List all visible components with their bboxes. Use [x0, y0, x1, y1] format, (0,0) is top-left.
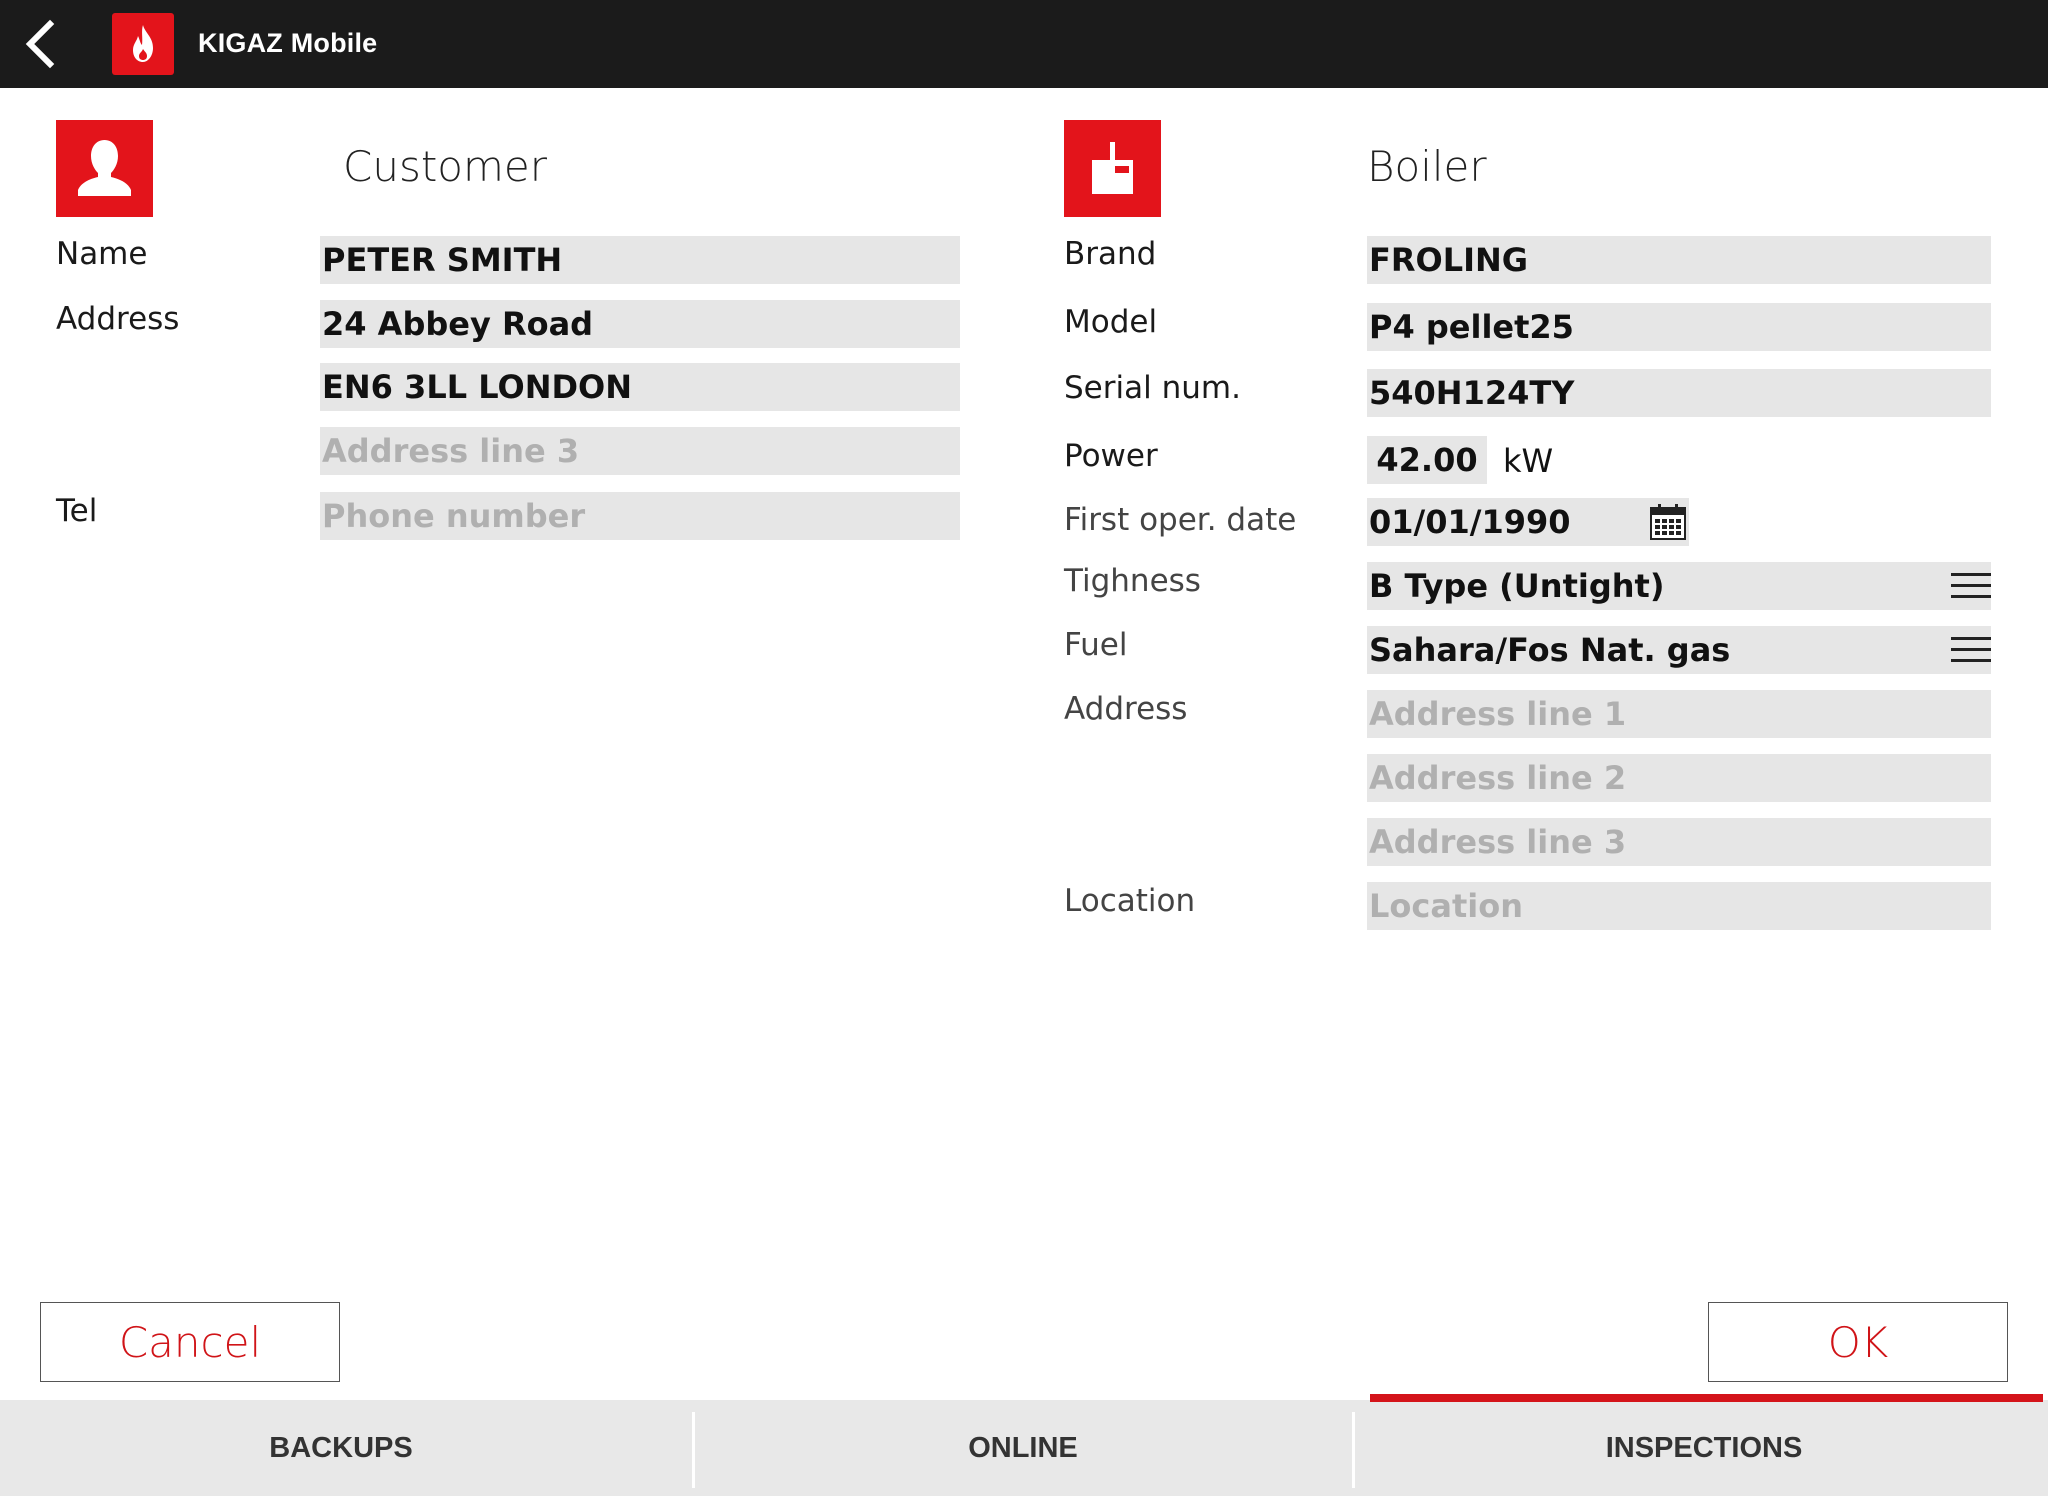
boiler-location-field: [1367, 882, 1991, 930]
chevron-left-icon: [25, 19, 55, 69]
boiler-serial-input[interactable]: [1367, 369, 1991, 417]
customer-name-input[interactable]: [320, 236, 960, 284]
customer-tel-label: Tel: [56, 493, 98, 529]
back-button[interactable]: [16, 18, 68, 70]
customer-name-field: [320, 236, 960, 284]
boiler-fuel-value: Sahara/Fos Nat. gas: [1369, 631, 1731, 669]
boiler-serial-field: [1367, 369, 1991, 417]
boiler-power-label: Power: [1064, 438, 1158, 474]
boiler-brand-label: Brand: [1064, 236, 1157, 272]
customer-tel-input[interactable]: [320, 492, 960, 540]
customer-section-title: Customer: [343, 142, 548, 191]
customer-address-line-2-field: [320, 363, 960, 411]
top-bar: KIGAZ Mobile: [0, 0, 2048, 88]
bottom-tab-bar: BACKUPS ONLINE INSPECTIONS: [0, 1400, 2048, 1496]
boiler-first-oper-date-field: [1367, 498, 1689, 546]
flame-icon: [133, 25, 153, 62]
cancel-button[interactable]: Cancel: [40, 1302, 340, 1382]
boiler-model-input[interactable]: [1367, 303, 1991, 351]
customer-address-label: Address: [56, 301, 180, 337]
boiler-address-line-1-field: [1367, 690, 1991, 738]
tab-divider: [692, 1412, 695, 1488]
boiler-model-field: [1367, 303, 1991, 351]
boiler-address-line-2-input[interactable]: [1367, 754, 1991, 802]
boiler-tighness-label: Tighness: [1064, 563, 1201, 599]
boiler-address-line-3-field: [1367, 818, 1991, 866]
boiler-first-oper-date-input[interactable]: [1367, 498, 1627, 546]
customer-address-line-1-input[interactable]: [320, 300, 960, 348]
active-tab-indicator: [1370, 1394, 2043, 1402]
customer-address-line-3-input[interactable]: [320, 427, 960, 475]
boiler-serial-label: Serial num.: [1064, 370, 1241, 406]
app-title: KIGAZ Mobile: [198, 28, 378, 58]
boiler-power-unit: kW: [1503, 442, 1554, 480]
boiler-fuel-select[interactable]: Sahara/Fos Nat. gas: [1367, 626, 1991, 674]
customer-name-label: Name: [56, 236, 148, 272]
menu-icon[interactable]: [1951, 634, 1991, 666]
tab-online[interactable]: ONLINE: [697, 1400, 1349, 1496]
customer-address-line-2-input[interactable]: [320, 363, 960, 411]
boiler-brand-input[interactable]: [1367, 236, 1991, 284]
boiler-first-oper-date-label: First oper. date: [1064, 502, 1297, 538]
boiler-section-title: Boiler: [1367, 142, 1487, 191]
boiler-address-label: Address: [1064, 691, 1188, 727]
boiler-brand-field: [1367, 236, 1991, 284]
menu-icon[interactable]: [1951, 570, 1991, 602]
boiler-fuel-label: Fuel: [1064, 627, 1128, 663]
boiler-address-line-3-input[interactable]: [1367, 818, 1991, 866]
tab-backups[interactable]: BACKUPS: [0, 1400, 682, 1496]
customer-section-icon: [56, 120, 153, 217]
boiler-power-field: [1367, 436, 1487, 484]
customer-address-line-1-field: [320, 300, 960, 348]
app-logo: [112, 13, 174, 75]
boiler-address-line-2-field: [1367, 754, 1991, 802]
boiler-location-input[interactable]: [1367, 882, 1991, 930]
boiler-tighness-value: B Type (Untight): [1369, 567, 1665, 605]
boiler-address-line-1-input[interactable]: [1367, 690, 1991, 738]
tab-inspections[interactable]: INSPECTIONS: [1360, 1400, 2048, 1496]
tab-divider: [1352, 1412, 1355, 1488]
calendar-icon[interactable]: [1648, 502, 1688, 542]
customer-address-line-3-field: [320, 427, 960, 475]
boiler-tighness-select[interactable]: B Type (Untight): [1367, 562, 1991, 610]
boiler-power-input[interactable]: [1367, 436, 1487, 484]
person-icon: [78, 140, 131, 196]
boiler-model-label: Model: [1064, 304, 1158, 340]
ok-button[interactable]: OK: [1708, 1302, 2008, 1382]
boiler-location-label: Location: [1064, 883, 1196, 919]
customer-tel-field: [320, 492, 960, 540]
boiler-icon: [1092, 142, 1133, 194]
boiler-section-icon: [1064, 120, 1161, 217]
